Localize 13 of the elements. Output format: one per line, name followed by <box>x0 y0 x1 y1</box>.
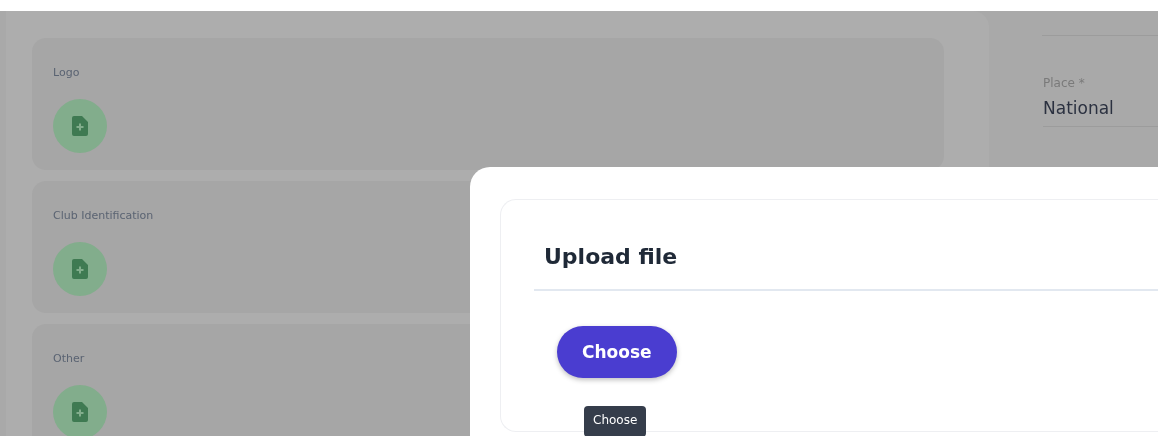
tooltip: Choose <box>584 406 647 436</box>
place-field[interactable]: National <box>1043 98 1158 127</box>
card-label: Other <box>53 352 85 365</box>
add-file-button[interactable] <box>53 99 107 153</box>
choose-button[interactable]: Choose <box>557 326 677 378</box>
file-plus-icon <box>72 402 88 422</box>
file-plus-icon <box>72 259 88 279</box>
file-plus-icon <box>72 116 88 136</box>
add-file-button[interactable] <box>53 385 107 436</box>
add-file-button[interactable] <box>53 242 107 296</box>
card-label: Club Identification <box>53 209 154 222</box>
dialog-title: Upload file <box>544 244 679 269</box>
card-label: Logo <box>53 66 80 79</box>
